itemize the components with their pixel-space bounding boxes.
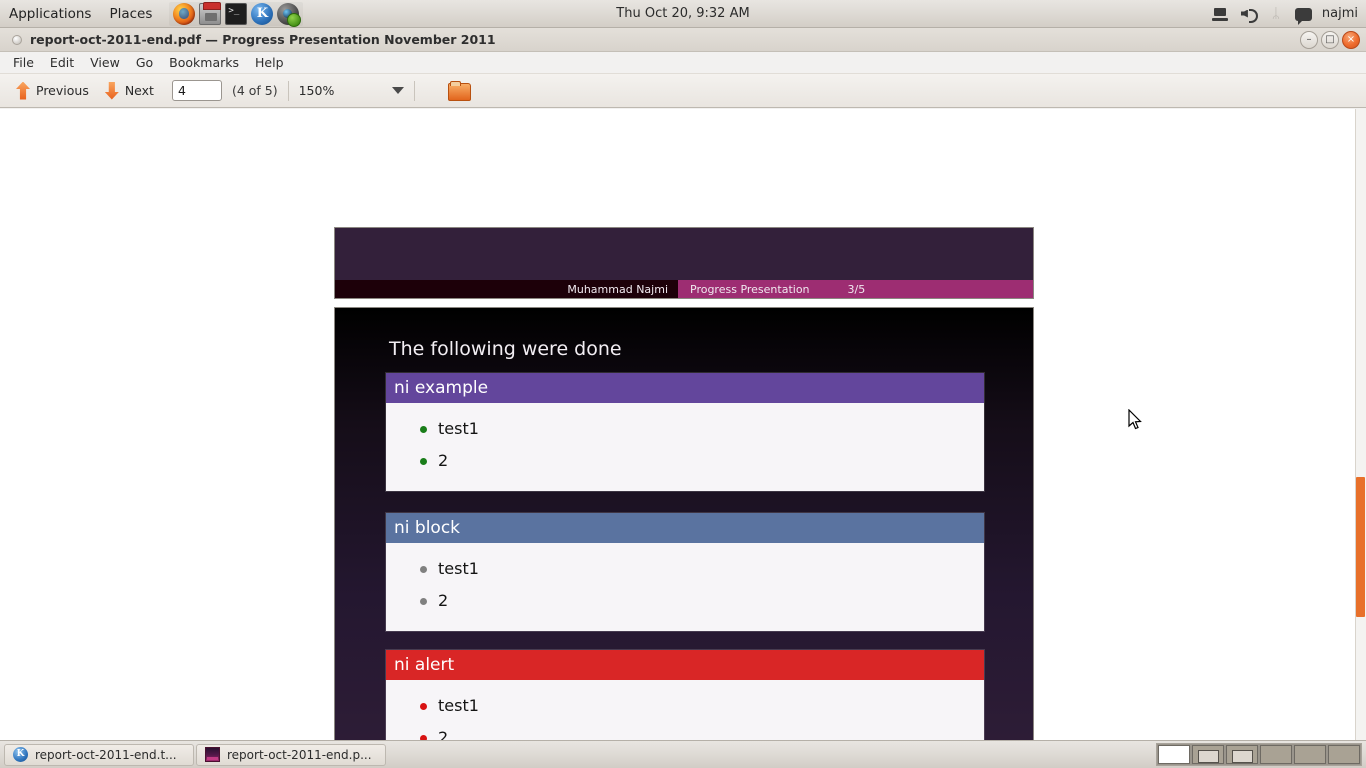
toolbar-separator-2 (414, 80, 416, 101)
chevron-down-icon[interactable] (392, 87, 405, 94)
block-ni-alert-body: test1 2 (386, 680, 984, 740)
evince-window: report-oct-2011-end.pdf — Progress Prese… (0, 28, 1366, 740)
block-ni-example-title: ni example (386, 373, 984, 403)
window-titlebar: report-oct-2011-end.pdf — Progress Prese… (0, 28, 1366, 52)
zoom-level-label: 150% (298, 83, 335, 98)
block-ni-example-body: test1 2 (386, 403, 984, 491)
document-scrollbar-track[interactable] (1355, 109, 1366, 740)
workspace-3[interactable] (1226, 745, 1258, 764)
menu-bookmarks[interactable]: Bookmarks (162, 53, 246, 72)
window-controls: – □ × (1300, 31, 1360, 49)
window-title: report-oct-2011-end.pdf — Progress Prese… (30, 32, 496, 47)
page-count-label: (4 of 5) (231, 83, 278, 98)
minimize-button[interactable]: – (1300, 31, 1318, 49)
arrow-up-icon (16, 81, 30, 101)
list-item: 2 (420, 445, 984, 477)
block-ni-block-body: test1 2 (386, 543, 984, 631)
toolbar: Previous Next (4 of 5) 150% (0, 74, 1366, 108)
slide-3-page-number: 3/5 (847, 282, 866, 296)
open-folder-button[interactable] (447, 80, 472, 101)
block-ni-block: ni block test1 2 (385, 512, 985, 632)
menu-view[interactable]: View (83, 53, 127, 72)
slide-page-4: The following were done ni example test1… (334, 307, 1034, 740)
menu-help[interactable]: Help (248, 53, 291, 72)
kate-icon: K (13, 747, 28, 762)
document-view[interactable]: Muhammad Najmi Progress Presentation 3/5… (0, 109, 1366, 740)
block-ni-alert-title: ni alert (386, 650, 984, 680)
taskbar-item-label: report-oct-2011-end.t... (35, 747, 177, 762)
workspace-switcher (1156, 743, 1362, 766)
block-ni-alert: ni alert test1 2 (385, 649, 985, 740)
slide-3-footer-right: Progress Presentation 3/5 (678, 280, 1033, 298)
toolbar-separator (287, 80, 289, 101)
workspace-6[interactable] (1328, 745, 1360, 764)
webcam-icon[interactable] (277, 2, 302, 27)
slide-3-author: Muhammad Najmi (335, 280, 678, 298)
close-button[interactable]: × (1342, 31, 1360, 49)
arrow-down-icon (105, 81, 119, 101)
panel-tray: ᛦ najmi (1211, 5, 1366, 25)
workspace-4[interactable] (1260, 745, 1292, 764)
applications-menu[interactable]: Applications (1, 1, 99, 27)
places-menu[interactable]: Places (101, 1, 160, 27)
previous-label: Previous (36, 83, 89, 98)
gnome-top-panel: Applications Places K Thu Oct 20, 9:32 A… (0, 0, 1366, 28)
terminal-icon[interactable] (225, 2, 248, 25)
list-item: test1 (420, 553, 984, 585)
pdf-icon (205, 747, 220, 762)
previous-page-button[interactable]: Previous (8, 78, 97, 104)
menu-edit[interactable]: Edit (43, 53, 81, 72)
workspace-1[interactable] (1158, 745, 1190, 764)
page-number-input[interactable] (171, 80, 222, 101)
volume-icon[interactable] (1239, 5, 1258, 23)
user-menu[interactable]: najmi (1322, 6, 1358, 21)
panel-launchers: K (169, 1, 303, 27)
taskbar-item-pdf-viewer[interactable]: report-oct-2011-end.p... (196, 743, 386, 766)
next-label: Next (124, 83, 154, 98)
taskbar-item-label: report-oct-2011-end.p... (227, 747, 372, 762)
menu-go[interactable]: Go (129, 53, 160, 72)
document-scrollbar-thumb[interactable] (1356, 477, 1365, 617)
menubar: File Edit View Go Bookmarks Help (0, 52, 1366, 74)
slide-heading: The following were done (389, 338, 622, 360)
slide-page-3: Muhammad Najmi Progress Presentation 3/5 (334, 227, 1034, 299)
kapp-icon[interactable]: K (251, 2, 274, 25)
workspace-2[interactable] (1192, 745, 1224, 764)
block-ni-example: ni example test1 2 (385, 372, 985, 492)
list-item: 2 (420, 585, 984, 617)
next-page-button[interactable]: Next (97, 78, 162, 104)
slide-3-presentation-title: Progress Presentation (690, 282, 810, 296)
bluetooth-icon[interactable]: ᛦ (1267, 5, 1285, 23)
list-item: 2 (420, 722, 984, 740)
taskbar: K report-oct-2011-end.t... report-oct-20… (0, 740, 1366, 768)
menu-file[interactable]: File (6, 53, 41, 72)
keyboard-indicator-icon[interactable] (1211, 5, 1229, 23)
maximize-button[interactable]: □ (1321, 31, 1339, 49)
workspace-5[interactable] (1294, 745, 1326, 764)
slide-3-footer: Muhammad Najmi Progress Presentation 3/5 (335, 280, 1033, 298)
taskbar-item-text-editor[interactable]: K report-oct-2011-end.t... (4, 743, 194, 766)
block-ni-block-title: ni block (386, 513, 984, 543)
firefox-icon[interactable] (173, 2, 196, 25)
update-manager-icon[interactable] (199, 1, 222, 25)
list-item: test1 (420, 413, 984, 445)
chat-icon[interactable] (1294, 8, 1312, 25)
window-menu-icon[interactable] (12, 34, 22, 45)
list-item: test1 (420, 690, 984, 722)
